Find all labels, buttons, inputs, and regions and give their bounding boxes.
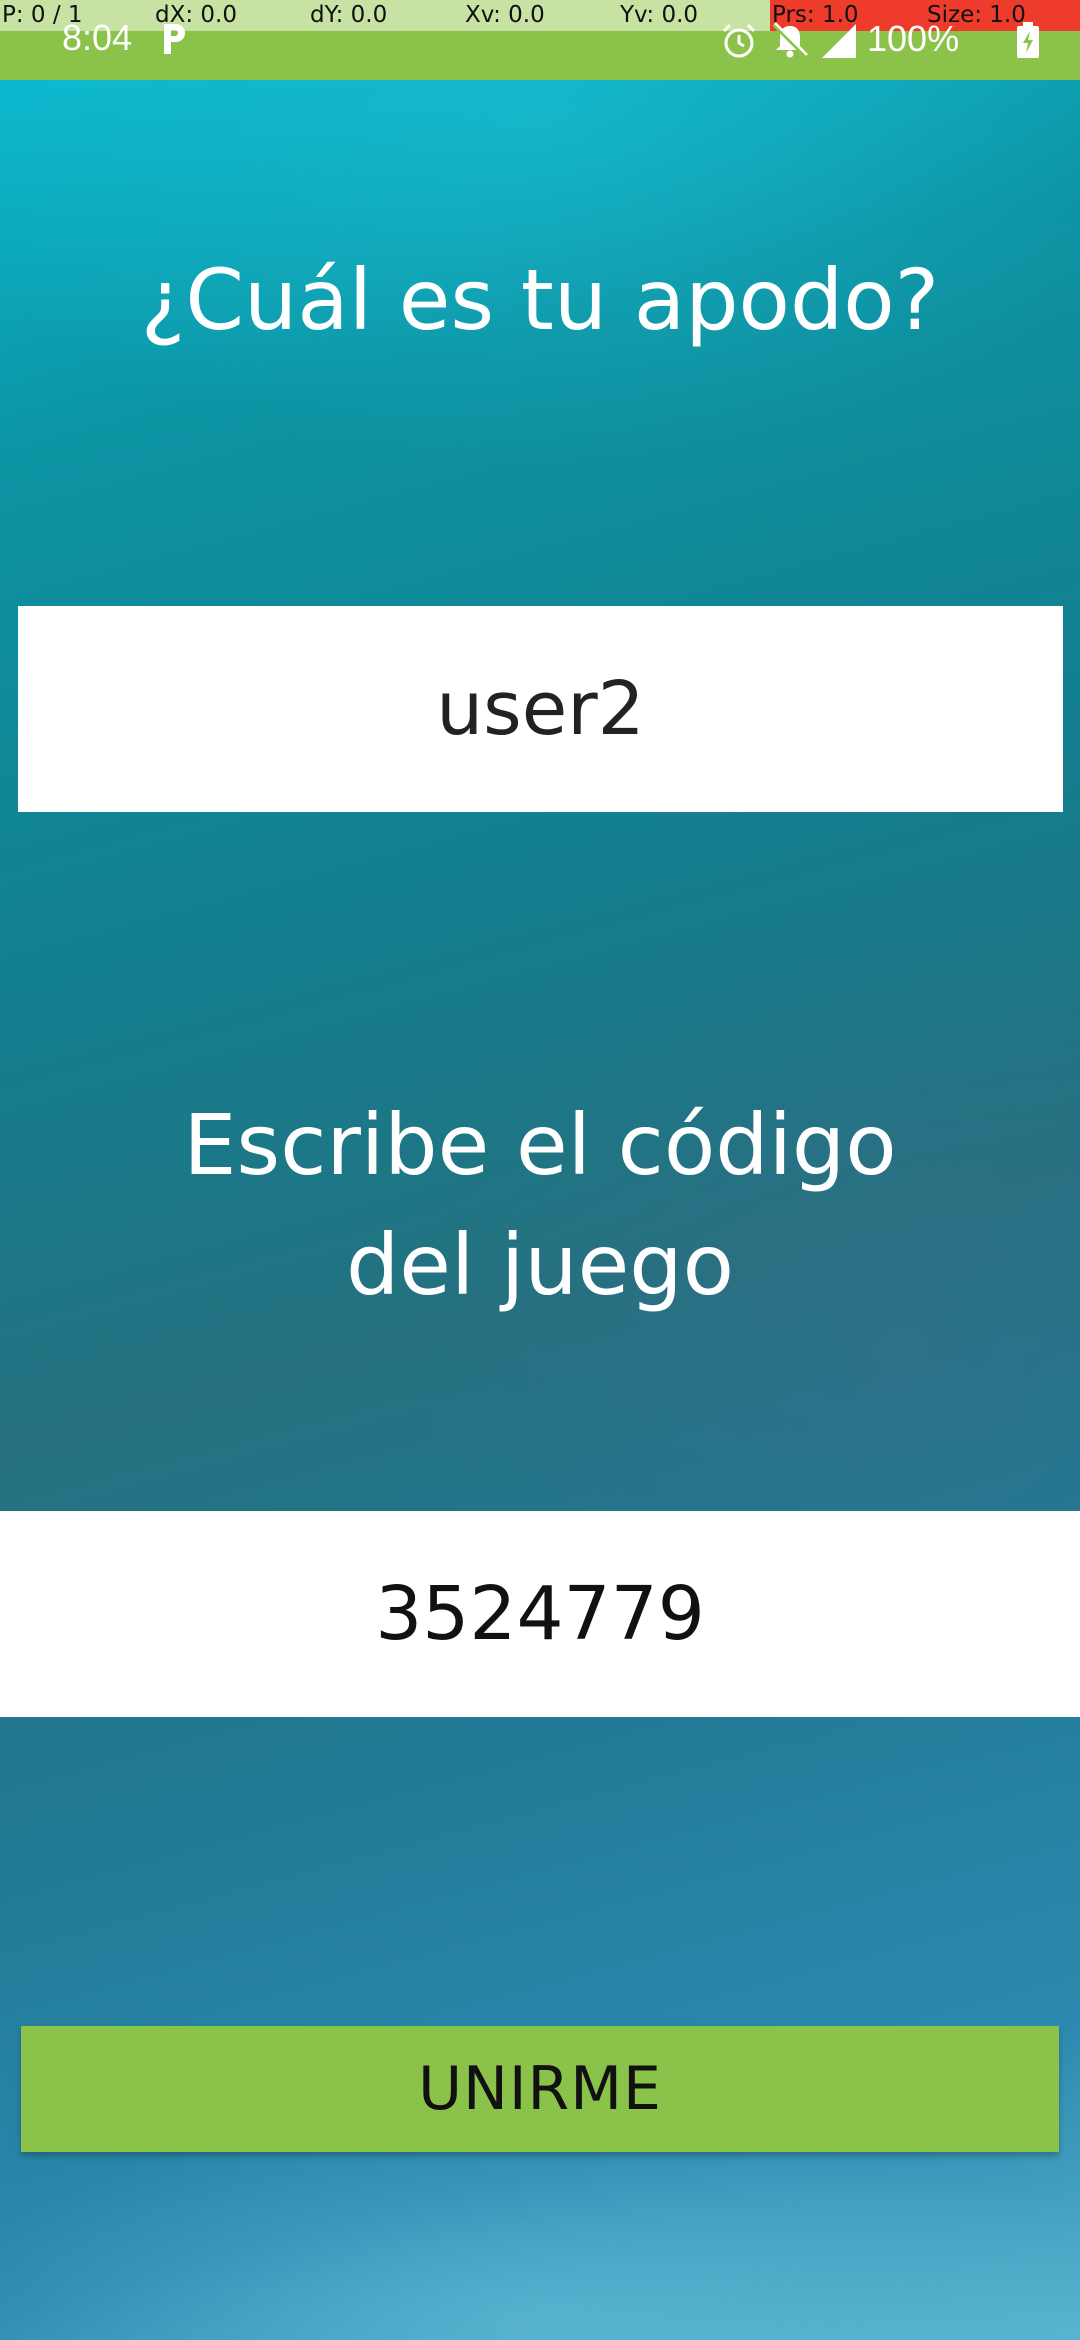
p-app-icon <box>164 24 185 54</box>
status-bar: P: 0 / 1 dX: 0.0 dY: 0.0 Xv: 0.0 Yv: 0.0… <box>0 0 1080 80</box>
debug-dy: dY: 0.0 <box>310 2 388 28</box>
signal-icon <box>822 24 856 58</box>
bell-off-icon <box>772 22 808 58</box>
game-code-prompt: Escribe el código del juego <box>183 1096 897 1314</box>
join-button[interactable]: UNIRME <box>21 2026 1059 2152</box>
nickname-input[interactable] <box>18 606 1063 812</box>
nickname-prompt: ¿Cuál es tu apodo? <box>140 251 940 349</box>
debug-xv: Xv: 0.0 <box>465 2 545 28</box>
alarm-icon <box>722 23 756 58</box>
battery-percent: 100% <box>867 18 960 59</box>
battery-charging-icon <box>1017 22 1039 58</box>
game-code-input[interactable] <box>0 1511 1080 1717</box>
system-icons: 100% <box>720 18 1080 66</box>
status-clock: 8:04 <box>62 17 133 58</box>
